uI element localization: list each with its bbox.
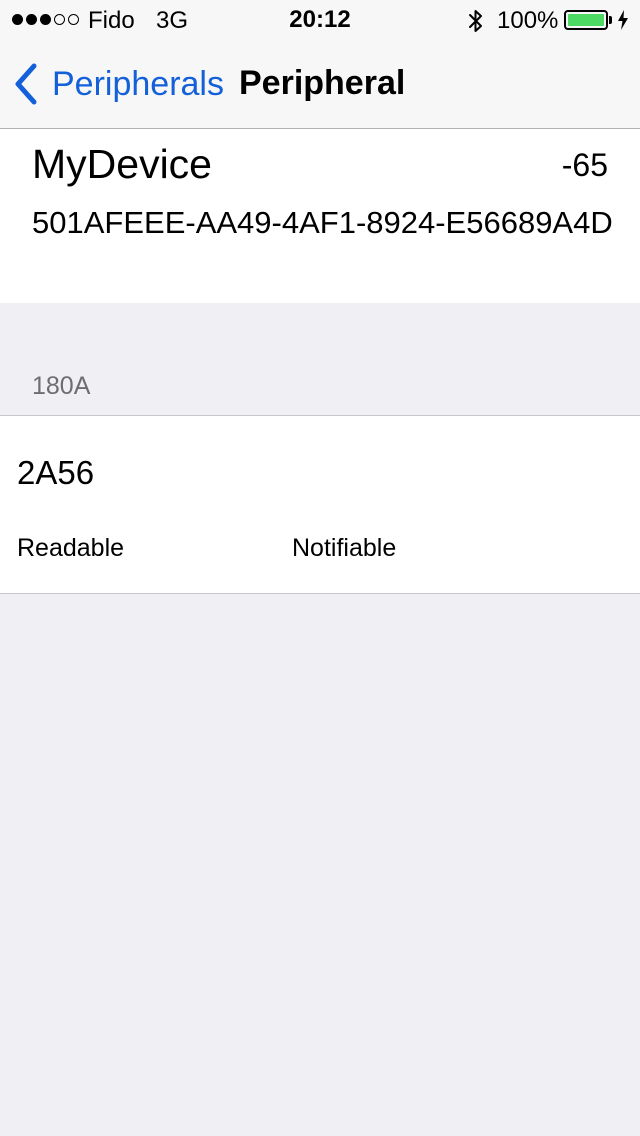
battery-icon: [564, 10, 608, 30]
characteristic-uuid: 2A56: [17, 454, 95, 491]
battery-level: [568, 14, 604, 26]
device-name: MyDevice: [32, 141, 212, 187]
property-readable: Readable: [17, 534, 125, 562]
service-section-header: 180A: [32, 372, 91, 400]
chevron-left-icon: [15, 63, 37, 105]
navigation-bar: Fido 3G 20:12 100% Peripherals Periphera…: [0, 0, 640, 129]
device-header: MyDevice -65 501AFEEE-AA49-4AF1-8924-E56…: [0, 129, 640, 303]
device-uuid: 501AFEEE-AA49-4AF1-8924-E56689A4D: [32, 205, 613, 240]
bluetooth-icon: [469, 10, 482, 32]
back-button[interactable]: Peripherals: [10, 56, 224, 112]
status-bar: Fido 3G 20:12 100%: [0, 0, 640, 40]
back-button-label: Peripherals: [52, 64, 224, 103]
characteristic-row[interactable]: 2A56 Readable Notifiable: [0, 415, 640, 594]
battery-percentage: 100%: [497, 7, 559, 34]
page-title: Peripheral: [239, 64, 406, 102]
charging-bolt-icon: [618, 10, 628, 30]
device-rssi: -65: [561, 147, 608, 183]
battery-tip: [609, 16, 612, 24]
property-notifiable: Notifiable: [292, 534, 397, 562]
